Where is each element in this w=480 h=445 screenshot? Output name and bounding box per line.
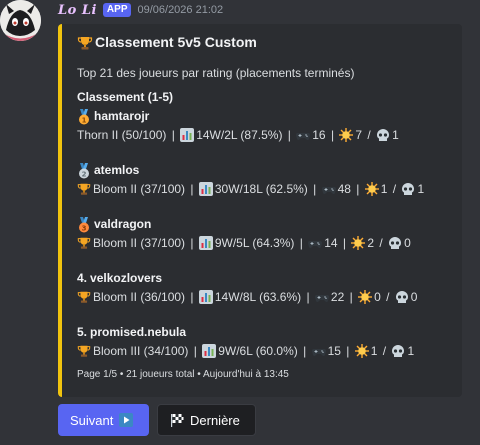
games-count: 22	[330, 290, 345, 304]
list-item: 2 atemlos Bloom II (37/100) | 30W/18L (6…	[77, 162, 457, 197]
record-text: 9W/5L (64.3%)	[214, 236, 295, 250]
skull-icon	[401, 182, 415, 196]
bar-chart-icon	[198, 236, 213, 250]
skull-icon	[395, 290, 409, 304]
avatar-image	[0, 0, 41, 41]
bar-chart-icon	[198, 290, 213, 304]
section-title: Classement (1-5)	[77, 90, 174, 104]
player-name: valdragon	[94, 217, 152, 231]
record-text: 30W/18L (62.5%)	[214, 182, 308, 196]
embed-description: Top 21 des joueurs par rating (placement…	[77, 66, 355, 80]
list-item: 3 valdragon Bloom II (37/100) | 9W/5L (6…	[77, 216, 457, 251]
skull-icon	[391, 344, 405, 358]
record-text: 9W/6L (60.0%)	[218, 344, 298, 358]
sun-icon	[351, 236, 366, 250]
embed-title-text: Classement 5v5 Custom	[95, 34, 257, 50]
svg-text:2: 2	[82, 171, 87, 179]
username[interactable]: Lo Li	[58, 3, 97, 18]
wins-value: 1	[380, 182, 388, 196]
action-row: Suivant Dernière	[58, 404, 256, 436]
medal-1-icon: 1	[77, 109, 91, 125]
sun-icon	[354, 344, 369, 358]
rank-text: Bloom III (34/100)	[93, 344, 189, 358]
checkered-flag-icon	[170, 413, 184, 427]
trophy-icon	[77, 236, 91, 250]
record-text: 14W/8L (63.6%)	[214, 290, 302, 304]
sun-icon	[339, 128, 354, 142]
deaths-value: 0	[410, 290, 418, 304]
rank-text: Thorn II (50/100)	[77, 128, 167, 142]
games-count: 15	[327, 344, 341, 358]
player-name: atemlos	[94, 163, 140, 177]
list-item: 1 hamtarojr Thorn II (50/100) | 14W/2L (…	[77, 109, 399, 142]
gamepad-icon	[296, 128, 311, 142]
medal-2-icon: 2	[77, 163, 91, 179]
wins-value: 1	[370, 344, 378, 358]
bar-chart-icon	[198, 182, 213, 196]
app-badge: APP	[102, 3, 132, 17]
rank-text: Bloom II (37/100)	[93, 236, 186, 250]
gamepad-icon	[311, 344, 326, 358]
record-text: 14W/2L (87.5%)	[196, 128, 283, 142]
games-count: 14	[324, 236, 338, 250]
avatar[interactable]	[0, 0, 41, 41]
last-page-label: Dernière	[190, 412, 240, 428]
trophy-icon	[77, 344, 91, 358]
svg-text:1: 1	[82, 117, 87, 125]
rank-text: Bloom II (36/100)	[93, 290, 186, 304]
trophy-icon	[77, 182, 91, 196]
message-header: Lo Li APP 09/06/2026 21:02	[58, 1, 223, 19]
wins-value: 2	[367, 236, 375, 250]
deaths-value: 1	[417, 182, 425, 196]
rank-prefix: 4.	[77, 271, 88, 285]
deaths-value: 0	[404, 236, 411, 250]
timestamp: 09/06/2026 21:02	[137, 4, 224, 16]
gamepad-icon	[308, 236, 323, 250]
player-name: hamtarojr	[94, 109, 150, 123]
deaths-value: 1	[392, 128, 399, 142]
trophy-icon	[77, 290, 91, 304]
wins-value: 7	[355, 128, 363, 142]
wins-value: 0	[374, 290, 381, 304]
games-count: 16	[312, 128, 326, 142]
play-icon	[119, 413, 134, 427]
player-name: velkozlovers	[90, 271, 163, 285]
rank-prefix: 5.	[77, 325, 88, 339]
trophy-icon	[77, 35, 93, 50]
embed-title: Classement 5v5 Custom	[77, 34, 257, 50]
next-page-button[interactable]: Suivant	[58, 404, 149, 436]
list-item: 4. velkozlovers Bloom II (36/100) | 14W/…	[77, 271, 418, 304]
next-page-label: Suivant	[70, 412, 114, 428]
games-count: 48	[337, 182, 351, 196]
bar-chart-icon	[202, 344, 217, 358]
sun-icon	[364, 182, 379, 196]
leaderboard-embed: Classement 5v5 Custom Top 21 des joueurs…	[58, 24, 462, 397]
deaths-value: 1	[407, 344, 415, 358]
rank-text: Bloom II (37/100)	[93, 182, 186, 196]
svg-text:3: 3	[82, 225, 87, 233]
player-name: promised.nebula	[90, 325, 187, 339]
skull-icon	[376, 128, 390, 142]
last-page-button[interactable]: Dernière	[157, 404, 256, 436]
gamepad-icon	[321, 182, 336, 196]
gamepad-icon	[314, 290, 329, 304]
embed-footer: Page 1/5 • 21 joueurs total • Aujourd'hu…	[77, 369, 289, 380]
sun-icon	[358, 290, 373, 304]
list-item: 5. promised.nebula Bloom III (34/100) | …	[77, 325, 415, 358]
medal-3-icon: 3	[77, 217, 91, 233]
bar-chart-icon	[180, 128, 195, 142]
skull-icon	[388, 236, 402, 250]
